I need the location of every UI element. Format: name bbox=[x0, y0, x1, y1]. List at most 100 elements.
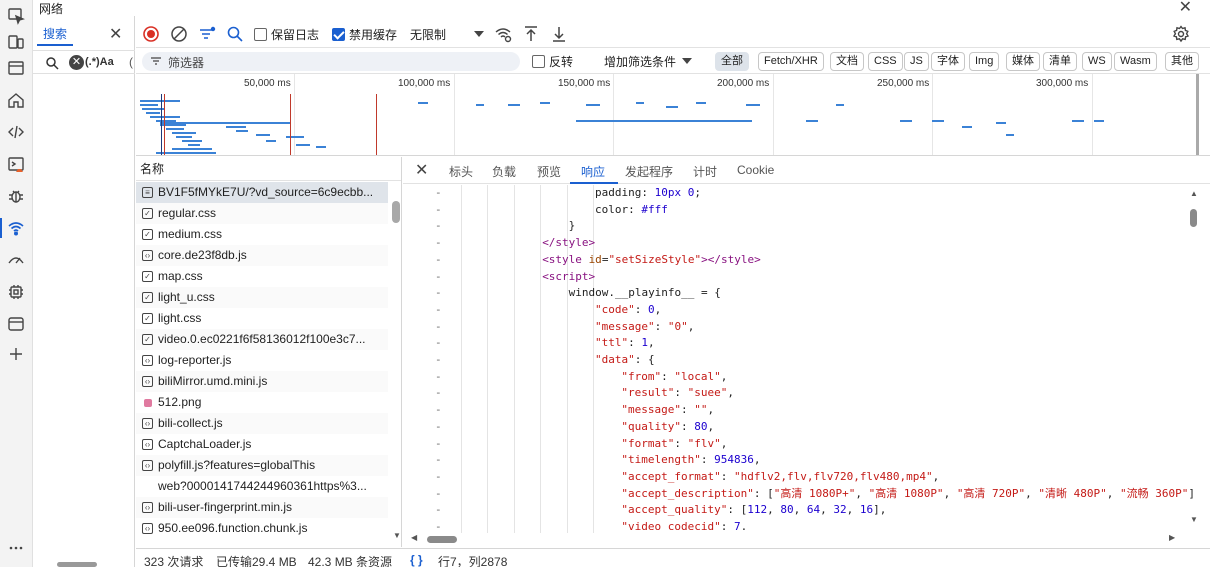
window-icon[interactable] bbox=[4, 56, 28, 80]
scroll-thumb[interactable] bbox=[427, 536, 457, 543]
code-text: "result": "suee", bbox=[621, 386, 734, 400]
disable-cache-check[interactable] bbox=[332, 27, 345, 41]
more-filters-dropdown[interactable]: 增加筛选条件 bbox=[604, 51, 696, 71]
request-row[interactable]: ✓ video.0.ec0221f6f58136012f100e3c7... bbox=[136, 329, 388, 350]
throttle-dropdown[interactable] bbox=[470, 24, 488, 44]
disable-cache-checkbox[interactable]: 禁用缓存 bbox=[332, 24, 397, 44]
pretty-print-button[interactable]: { } bbox=[410, 553, 423, 567]
request-bar bbox=[140, 104, 158, 106]
request-row[interactable]: ‹› 950.ee096.function.chunk.js bbox=[136, 518, 388, 539]
close-details-icon[interactable]: ✕ bbox=[415, 160, 428, 180]
tab-timing[interactable]: 计时 bbox=[693, 163, 717, 180]
tab-response[interactable]: 响应 bbox=[581, 163, 605, 180]
type-filter-js[interactable]: JS bbox=[904, 52, 929, 71]
column-header-name[interactable]: 名称 bbox=[136, 157, 401, 181]
tab-initiator[interactable]: 发起程序 bbox=[625, 163, 673, 180]
request-row[interactable]: ‹› bili-user-fingerprint.min.js bbox=[136, 497, 388, 518]
console-icon[interactable] bbox=[4, 152, 28, 176]
request-row[interactable]: ‹› bili-collect.js bbox=[136, 413, 388, 434]
search-input-edge[interactable]: ( bbox=[129, 55, 133, 69]
type-filter-font[interactable]: 字体 bbox=[931, 52, 965, 71]
type-filter-media[interactable]: 媒体 bbox=[1006, 52, 1040, 71]
scroll-up-icon[interactable]: ▲ bbox=[1190, 189, 1198, 198]
type-filter-other[interactable]: 其他 bbox=[1165, 52, 1199, 71]
code-horizontal-scrollbar[interactable]: ◀ ▶ bbox=[403, 533, 1193, 545]
request-row[interactable]: ✓ map.css bbox=[136, 266, 388, 287]
scroll-right-icon[interactable]: ▶ bbox=[1169, 533, 1175, 542]
type-filter-doc[interactable]: 文档 bbox=[830, 52, 864, 71]
home-icon[interactable] bbox=[4, 88, 28, 112]
request-row[interactable]: ✓ medium.css bbox=[136, 224, 388, 245]
response-code-view[interactable]: - padding: 10px 0; - color: #fff -} - </style>… bbox=[403, 185, 1193, 533]
request-list-scrollbar[interactable]: ▼ bbox=[390, 181, 401, 547]
request-row[interactable]: ✓ light.css bbox=[136, 308, 388, 329]
device-icon[interactable] bbox=[4, 30, 28, 54]
settings-button[interactable] bbox=[1172, 24, 1190, 44]
type-filter-manifest[interactable]: 清单 bbox=[1043, 52, 1077, 71]
request-row[interactable]: ≡ BV1F5fMYkE7U/?vd_source=6c9ecbb... bbox=[136, 182, 388, 203]
more-icon[interactable] bbox=[4, 536, 28, 560]
type-filter-img[interactable]: Img bbox=[969, 52, 1000, 71]
filter-input[interactable]: 筛选器 bbox=[142, 52, 520, 71]
network-icon[interactable] bbox=[0, 216, 28, 240]
request-bar bbox=[256, 134, 270, 136]
tab-headers[interactable]: 标头 bbox=[449, 163, 473, 180]
code-icon[interactable] bbox=[4, 120, 28, 144]
request-row[interactable]: ‹› biliMirror.umd.mini.js bbox=[136, 371, 388, 392]
scroll-thumb[interactable] bbox=[392, 201, 400, 223]
overview-scroll-handle[interactable] bbox=[1196, 74, 1199, 155]
import-har-button[interactable] bbox=[522, 24, 540, 44]
code-vertical-scrollbar[interactable]: ▲ ▼ bbox=[1187, 185, 1201, 533]
preserve-log-checkbox[interactable]: 保留日志 bbox=[254, 24, 319, 44]
application-icon[interactable] bbox=[4, 312, 28, 336]
scroll-thumb[interactable] bbox=[1190, 209, 1197, 227]
tab-search[interactable]: 搜索 bbox=[37, 24, 73, 46]
bug-icon[interactable] bbox=[4, 184, 28, 208]
request-row[interactable]: ‹› polyfill.js?features=globalThis bbox=[136, 455, 388, 476]
request-name: light_u.css bbox=[158, 290, 215, 304]
close-window-icon[interactable]: ✕ bbox=[1179, 0, 1192, 17]
request-row[interactable]: ✓ regular.css bbox=[136, 203, 388, 224]
search-scrollbar[interactable] bbox=[57, 562, 97, 567]
filter-toggle-button[interactable] bbox=[198, 24, 216, 44]
request-bar bbox=[586, 104, 600, 106]
request-row[interactable]: ‹› CaptchaLoader.js bbox=[136, 434, 388, 455]
record-button[interactable] bbox=[142, 24, 160, 44]
scroll-down-icon[interactable]: ▼ bbox=[1190, 515, 1198, 524]
inspect-icon[interactable] bbox=[4, 4, 28, 28]
memory-icon[interactable] bbox=[4, 280, 28, 304]
code-line: - window.__playinfo__ = { bbox=[403, 285, 1193, 302]
request-row[interactable]: ‹› core.de23f8db.js bbox=[136, 245, 388, 266]
tab-payload[interactable]: 负载 bbox=[492, 163, 516, 180]
code-line: - "ttl": 1, bbox=[403, 335, 1193, 352]
scroll-left-icon[interactable]: ◀ bbox=[411, 533, 417, 542]
request-row[interactable]: web?0000141744244960361https%3... bbox=[136, 476, 388, 497]
tab-cookie[interactable]: Cookie bbox=[737, 163, 774, 177]
type-filter-all[interactable]: 全部 bbox=[715, 52, 749, 71]
clear-search-icon[interactable]: ✕ bbox=[69, 55, 84, 70]
tab-preview[interactable]: 预览 bbox=[537, 163, 561, 180]
request-row[interactable]: 512.png bbox=[136, 392, 388, 413]
type-filter-wasm[interactable]: Wasm bbox=[1114, 52, 1157, 71]
invert-checkbox[interactable]: 反转 bbox=[532, 51, 573, 71]
type-filter-ws[interactable]: WS bbox=[1082, 52, 1112, 71]
diff-gutter: - bbox=[435, 469, 442, 483]
overview-timeline[interactable]: 50,000 ms 100,000 ms 150,000 ms 200,000 … bbox=[136, 74, 1210, 156]
preserve-log-check[interactable] bbox=[254, 27, 267, 41]
type-filter-css[interactable]: CSS bbox=[868, 52, 903, 71]
add-icon[interactable] bbox=[4, 342, 28, 366]
grid-line bbox=[932, 74, 933, 155]
request-row[interactable]: ✓ light_u.css bbox=[136, 287, 388, 308]
clear-button[interactable] bbox=[170, 24, 188, 44]
export-har-button[interactable] bbox=[550, 24, 568, 44]
regex-case-toggle[interactable]: (.*)Aa bbox=[85, 56, 114, 68]
throttle-select[interactable]: 无限制 bbox=[410, 24, 446, 44]
close-search-icon[interactable]: ✕ bbox=[109, 24, 122, 44]
network-conditions-button[interactable] bbox=[494, 24, 512, 44]
request-row[interactable]: ‹› log-reporter.js bbox=[136, 350, 388, 371]
invert-check[interactable] bbox=[532, 54, 545, 68]
type-filter-fetch-xhr[interactable]: Fetch/XHR bbox=[758, 52, 824, 71]
search-button[interactable] bbox=[226, 24, 244, 44]
performance-icon[interactable] bbox=[4, 248, 28, 272]
scroll-down-icon[interactable]: ▼ bbox=[393, 531, 401, 540]
